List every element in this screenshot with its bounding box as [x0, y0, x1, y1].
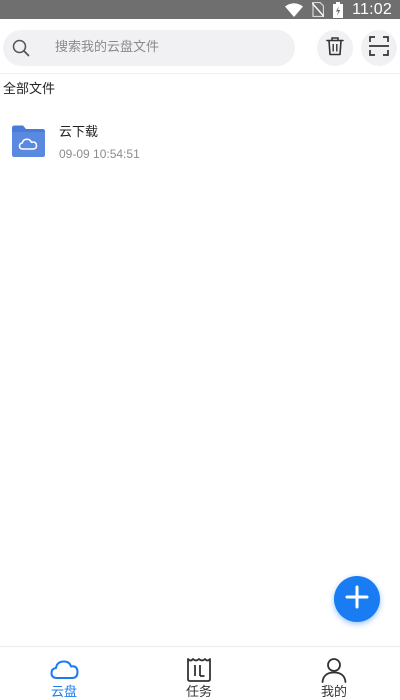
- breadcrumb[interactable]: 全部文件: [3, 81, 55, 99]
- cloud-drive-screen: 11:02 搜索我的云盘文件 全部文件 云下载 09-09 10:54:51 云…: [0, 0, 400, 700]
- header-divider: [0, 73, 400, 74]
- file-name: 云下载: [59, 125, 99, 140]
- nav-item-task[interactable]: 任务: [159, 647, 239, 700]
- status-bar: 11:02: [0, 0, 400, 19]
- file-modified-time: 09-09 10:54:51: [59, 147, 140, 161]
- nav-label-mine: 我的: [320, 685, 347, 700]
- nav-label-cloud: 云盘: [50, 685, 77, 700]
- user-icon: [319, 657, 349, 683]
- nav-item-mine[interactable]: 我的: [294, 647, 374, 700]
- cloud-icon: [49, 657, 79, 683]
- battery-charging-icon: [333, 1, 344, 18]
- search-icon: [12, 39, 30, 57]
- scan-button[interactable]: [361, 30, 397, 66]
- status-time: 11:02: [352, 0, 392, 18]
- search-placeholder: 搜索我的云盘文件: [55, 40, 160, 55]
- trash-icon: [325, 36, 345, 60]
- nav-label-task: 任务: [185, 685, 212, 700]
- nav-item-cloud[interactable]: 云盘: [24, 647, 104, 700]
- trash-button[interactable]: [317, 30, 353, 66]
- scan-icon: [368, 35, 390, 61]
- plus-icon: [345, 585, 369, 613]
- search-row: 搜索我的云盘文件: [0, 27, 400, 69]
- task-icon: [184, 657, 214, 683]
- wifi-icon: [285, 2, 304, 17]
- cloud-folder-icon: [10, 125, 47, 158]
- no-sim-icon: [312, 2, 325, 17]
- search-input[interactable]: 搜索我的云盘文件: [3, 30, 295, 66]
- file-list-item[interactable]: 云下载 09-09 10:54:51: [0, 112, 400, 174]
- bottom-nav: 云盘 任务 我的: [0, 646, 400, 700]
- add-button[interactable]: [334, 576, 380, 622]
